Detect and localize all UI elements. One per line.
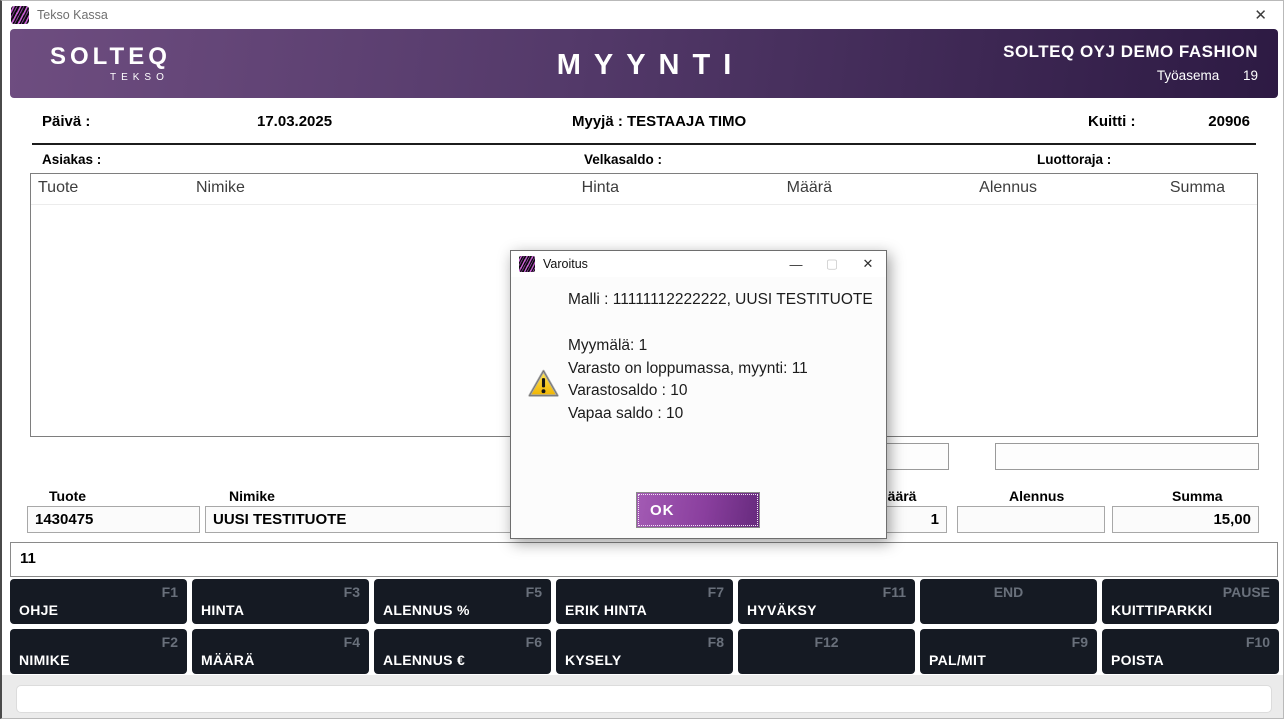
summa-field-label: Summa bbox=[1172, 488, 1223, 504]
ok-button[interactable]: OK bbox=[636, 492, 760, 528]
fkey-keycap: F6 bbox=[526, 634, 542, 650]
quantity-entry-bar[interactable]: 11 bbox=[10, 542, 1278, 577]
fkey-alennus-prosentti[interactable]: ALENNUS % F5 bbox=[374, 579, 551, 624]
window-close-icon[interactable]: ✕ bbox=[1238, 6, 1283, 24]
fkey-keycap: F11 bbox=[883, 584, 906, 600]
window-titlebar: Tekso Kassa ✕ bbox=[2, 1, 1283, 28]
fkey-label: OHJE bbox=[19, 602, 58, 618]
fkey-keycap: F12 bbox=[738, 634, 915, 650]
tekso-app-icon bbox=[519, 256, 535, 272]
app-header: SOLTEQ TEKSO MYYNTI SOLTEQ OYJ DEMO FASH… bbox=[10, 29, 1278, 98]
fkey-keycap: PAUSE bbox=[1223, 584, 1270, 600]
total-box-large bbox=[995, 443, 1259, 470]
dialog-minimize-icon[interactable]: — bbox=[778, 251, 814, 277]
fkey-label: HINTA bbox=[201, 602, 244, 618]
nimike-field-label: Nimike bbox=[229, 488, 275, 504]
fkey-label: HYVÄKSY bbox=[747, 602, 817, 618]
fkey-label: PAL/MIT bbox=[929, 652, 986, 668]
fkey-keycap: F9 bbox=[1072, 634, 1088, 650]
fkey-maara[interactable]: MÄÄRÄ F4 bbox=[192, 629, 369, 674]
fkey-kysely[interactable]: KYSELY F8 bbox=[556, 629, 733, 674]
window-title: Tekso Kassa bbox=[37, 8, 108, 22]
fkey-end[interactable]: END bbox=[920, 579, 1097, 624]
nimike-input[interactable] bbox=[205, 506, 525, 533]
dialog-titlebar: Varoitus — ▢ ✕ bbox=[511, 251, 886, 277]
col-header-summa: Summa bbox=[1170, 179, 1225, 197]
col-header-nimike: Nimike bbox=[196, 179, 245, 197]
dialog-title: Varoitus bbox=[543, 257, 588, 271]
fkey-keycap: F10 bbox=[1246, 634, 1270, 650]
fkey-label: ALENNUS € bbox=[383, 652, 465, 668]
dialog-model-line: Malli : 11111112222222, UUSI TESTITUOTE bbox=[568, 291, 873, 309]
divider-line bbox=[32, 143, 1256, 145]
fkey-alennus-euro[interactable]: ALENNUS € F6 bbox=[374, 629, 551, 674]
tuote-field-label: Tuote bbox=[49, 488, 86, 504]
fkey-hinta[interactable]: HINTA F3 bbox=[192, 579, 369, 624]
fkey-label: NIMIKE bbox=[19, 652, 70, 668]
store-name: SOLTEQ OYJ DEMO FASHION bbox=[1003, 42, 1258, 62]
fkey-label: POISTA bbox=[1111, 652, 1164, 668]
fkey-erik-hinta[interactable]: ERIK HINTA F7 bbox=[556, 579, 733, 624]
fkey-label: KUITTIPARKKI bbox=[1111, 602, 1212, 618]
fkey-nimike[interactable]: NIMIKE F2 bbox=[10, 629, 187, 674]
fkey-pal-mit[interactable]: PAL/MIT F9 bbox=[920, 629, 1097, 674]
fkey-keycap: F8 bbox=[708, 634, 724, 650]
warning-triangle-icon bbox=[528, 369, 559, 398]
fkey-keycap: F4 bbox=[344, 634, 360, 650]
receipt-value: 20906 bbox=[1208, 113, 1250, 130]
dialog-maximize-icon: ▢ bbox=[814, 251, 850, 277]
workstation-value: 19 bbox=[1243, 68, 1258, 83]
customer-label: Asiakas : bbox=[42, 152, 101, 167]
fkey-label: ALENNUS % bbox=[383, 602, 470, 618]
fkey-keycap: F3 bbox=[344, 584, 360, 600]
summa-input[interactable] bbox=[1112, 506, 1259, 533]
fkey-row-1: OHJE F1 HINTA F3 ALENNUS % F5 ERIK HINTA… bbox=[10, 579, 1279, 624]
fkey-label: ERIK HINTA bbox=[565, 602, 647, 618]
date-label: Päivä : bbox=[42, 113, 90, 130]
dialog-stock-balance-line: Varastosaldo : 10 bbox=[568, 380, 808, 403]
fkey-ohje[interactable]: OHJE F1 bbox=[10, 579, 187, 624]
dialog-free-balance-line: Vapaa saldo : 10 bbox=[568, 403, 808, 426]
col-header-maara: Määrä bbox=[787, 179, 832, 197]
debt-label: Velkasaldo : bbox=[584, 152, 662, 167]
bottom-command-bar[interactable] bbox=[16, 685, 1272, 713]
credit-label: Luottoraja : bbox=[1037, 152, 1111, 167]
col-header-alennus: Alennus bbox=[979, 179, 1037, 197]
dialog-window-controls: — ▢ ✕ bbox=[778, 251, 886, 277]
workstation-line: Työasema 19 bbox=[1003, 68, 1258, 83]
fkey-keycap: F2 bbox=[162, 634, 178, 650]
fkey-kuittiparkki[interactable]: KUITTIPARKKI PAUSE bbox=[1102, 579, 1279, 624]
receipt-label: Kuitti : bbox=[1088, 113, 1135, 130]
fkey-keycap: F5 bbox=[526, 584, 542, 600]
fkey-keycap: F1 bbox=[162, 584, 178, 600]
alennus-input[interactable] bbox=[957, 506, 1105, 533]
seller-text: Myyjä : TESTAAJA TIMO bbox=[572, 113, 746, 130]
table-header-separator bbox=[31, 204, 1257, 205]
fkey-label: MÄÄRÄ bbox=[201, 652, 255, 668]
fkey-f12[interactable]: F12 bbox=[738, 629, 915, 674]
dialog-store-line: Myymälä: 1 bbox=[568, 335, 808, 358]
workstation-label: Työasema bbox=[1157, 68, 1219, 83]
alennus-field-label: Alennus bbox=[1009, 488, 1064, 504]
fkey-row-2: NIMIKE F2 MÄÄRÄ F4 ALENNUS € F6 KYSELY F… bbox=[10, 629, 1279, 674]
col-header-hinta: Hinta bbox=[582, 179, 619, 197]
dialog-stock-warning-line: Varasto on loppumassa, myynti: 11 bbox=[568, 358, 808, 381]
dialog-message-lines: Myymälä: 1 Varasto on loppumassa, myynti… bbox=[568, 335, 808, 425]
fkey-poista[interactable]: POISTA F10 bbox=[1102, 629, 1279, 674]
tuote-input[interactable] bbox=[27, 506, 200, 533]
fkey-keycap: END bbox=[920, 584, 1097, 600]
date-value: 17.03.2025 bbox=[257, 113, 332, 130]
fkey-keycap: F7 bbox=[708, 584, 724, 600]
app-window: Tekso Kassa ✕ SOLTEQ TEKSO MYYNTI SOLTEQ… bbox=[0, 0, 1284, 719]
col-header-tuote: Tuote bbox=[38, 179, 78, 197]
bottom-strip bbox=[2, 675, 1283, 719]
fkey-label: KYSELY bbox=[565, 652, 622, 668]
dialog-close-icon[interactable]: ✕ bbox=[850, 251, 886, 277]
warning-dialog: Varoitus — ▢ ✕ Malli : 11111112222222, U… bbox=[510, 250, 887, 539]
fkey-hyvaksy[interactable]: HYVÄKSY F11 bbox=[738, 579, 915, 624]
store-block: SOLTEQ OYJ DEMO FASHION Työasema 19 bbox=[1003, 42, 1258, 83]
tekso-app-icon bbox=[11, 6, 29, 24]
